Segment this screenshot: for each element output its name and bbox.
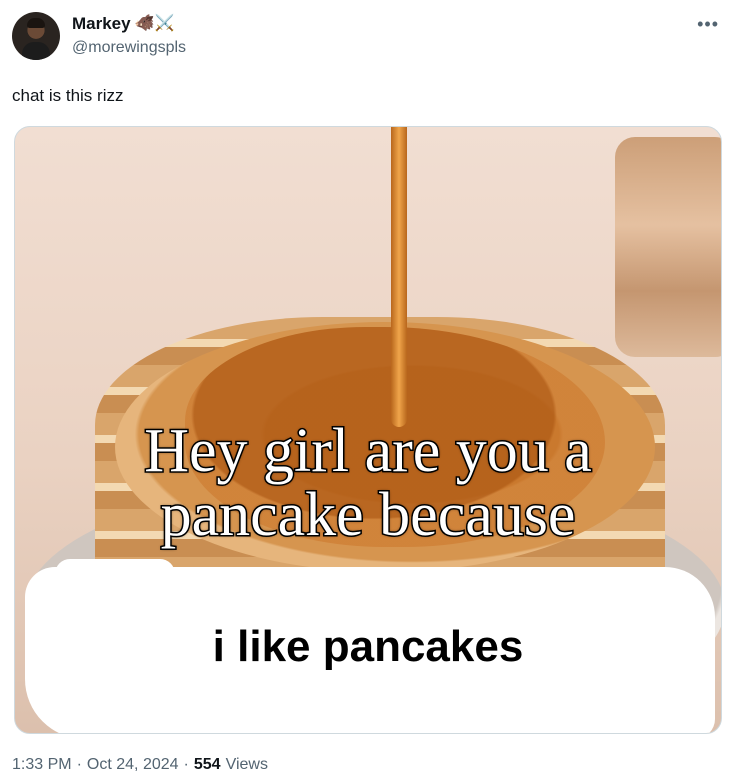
meme-caption-line2: pancake because [159,481,577,549]
tweet-time[interactable]: 1:33 PM [12,756,72,774]
meme-punchline: i like pancakes [212,622,524,671]
avatar-shirt [22,42,50,60]
tweet-date[interactable]: Oct 24, 2024 [87,756,179,774]
whiteout-patch [55,667,695,733]
whiteout-patch [415,577,695,617]
background-pancakes [615,137,721,357]
views-label: Views [225,756,268,773]
separator: · [183,756,189,773]
tweet-header: Markey 🐗⚔️ @morewingspls ••• [12,12,719,64]
more-horizontal-icon[interactable]: ••• [697,14,719,35]
display-name[interactable]: Markey [72,14,131,34]
name-emojis: 🐗⚔️ [134,15,175,32]
whiteout-patch [55,559,175,589]
tweet-text: chat is this rizz [12,86,124,105]
views-count: 554 [193,756,221,773]
avatar[interactable] [12,12,60,60]
user-handle[interactable]: @morewingspls [72,39,186,57]
tweet-meta: 1:33 PM · Oct 24, 2024 · 554 Views [12,756,268,774]
separator: · [76,756,82,773]
avatar-hair [27,18,45,28]
syrup-drip [391,127,407,427]
meme-caption-line1: Hey girl are you a [143,417,594,485]
name-row: Markey 🐗⚔️ [72,14,174,34]
tweet-media-image[interactable]: Hey girl are you a pancake because i lik… [14,126,722,734]
